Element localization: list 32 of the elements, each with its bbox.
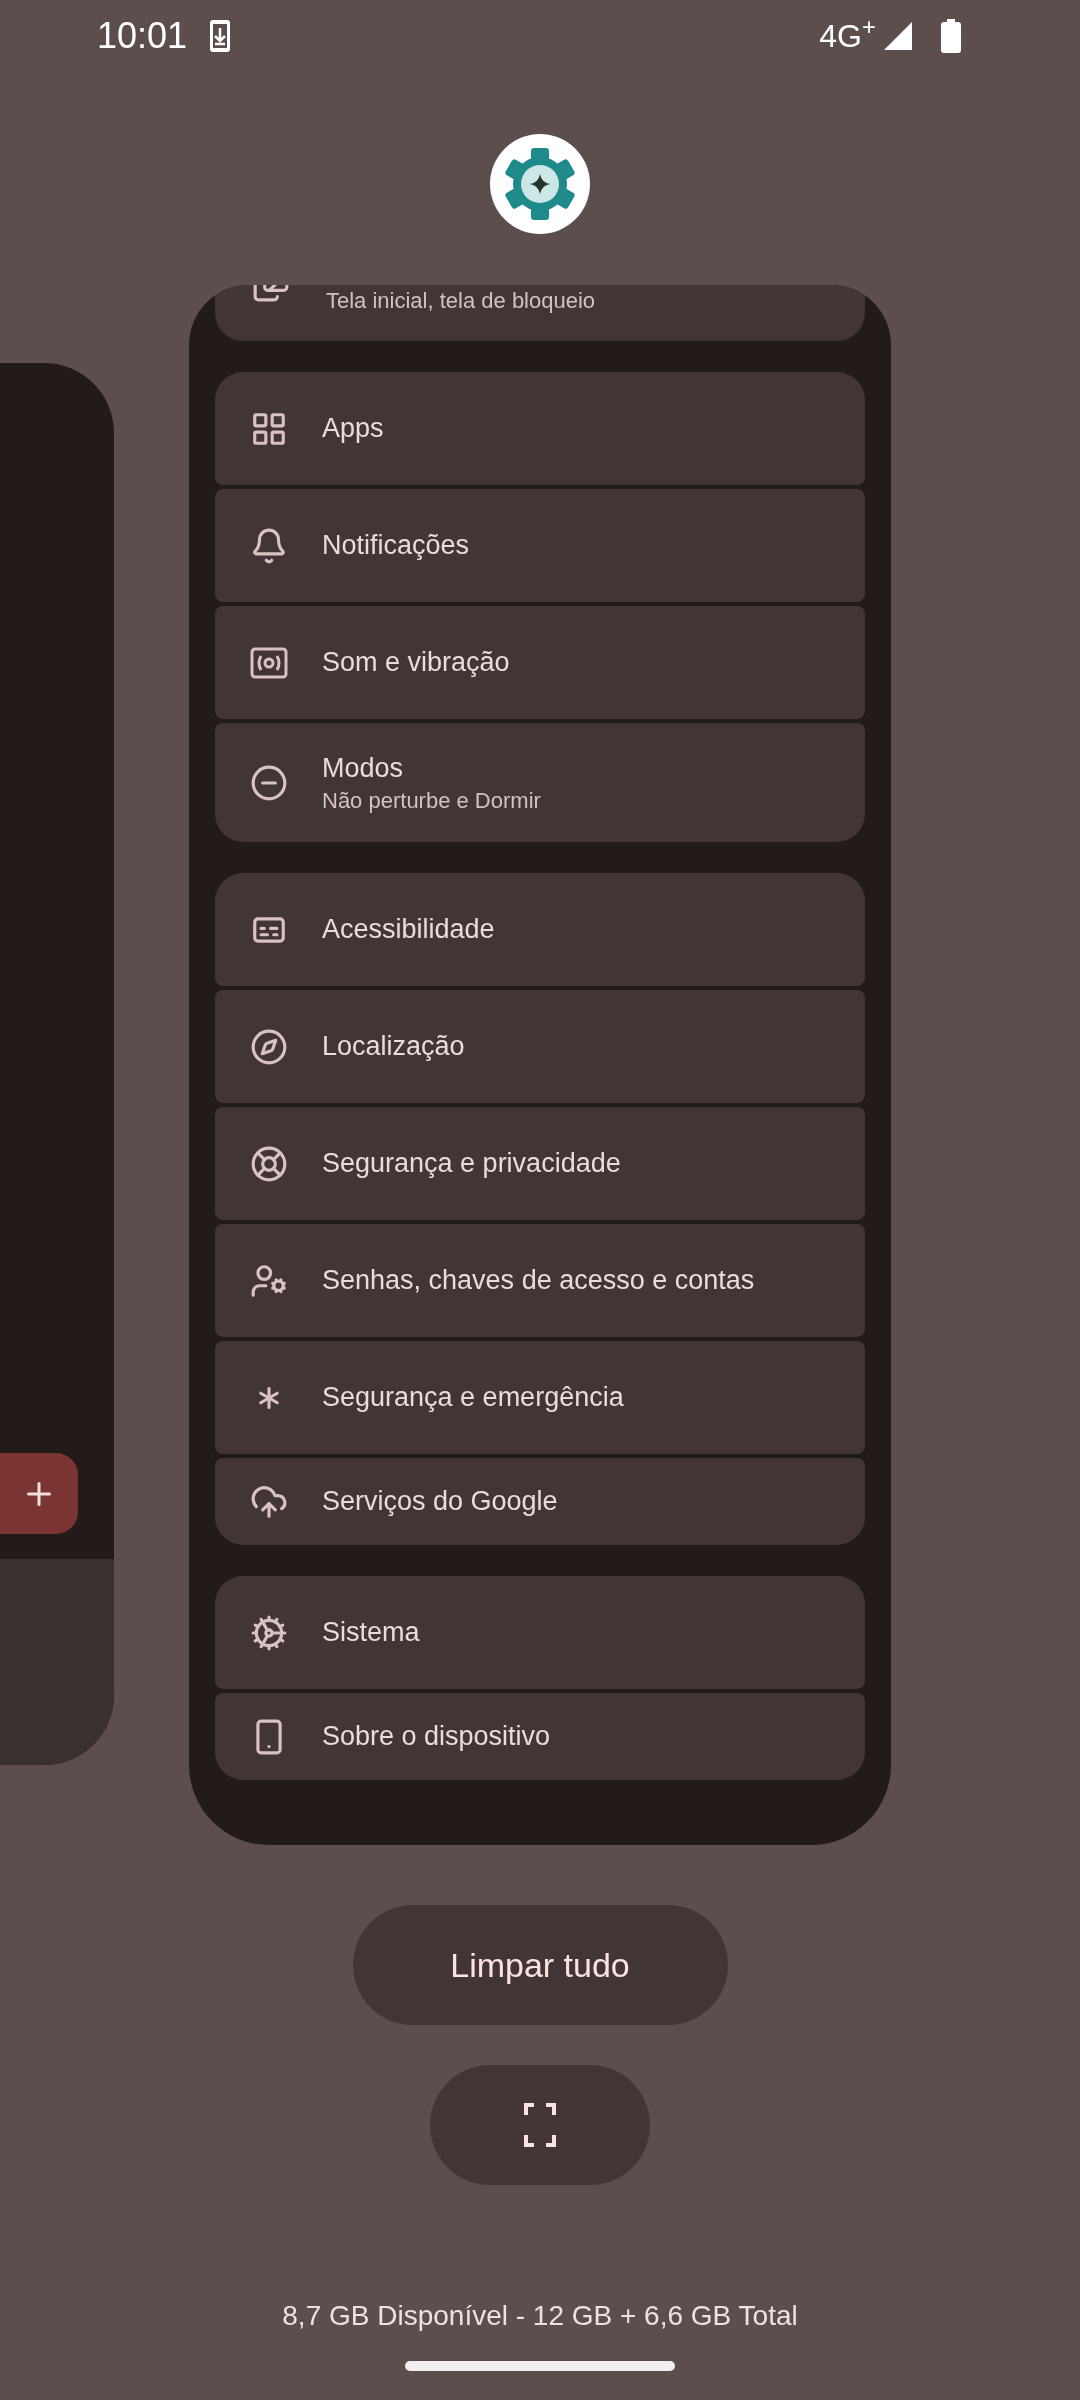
item-subtitle: Tela inicial, tela de bloqueio: [326, 287, 596, 315]
settings-item[interactable]: Som e vibração: [215, 606, 865, 719]
signal-icon: [882, 20, 914, 52]
minus-circle-icon: [250, 763, 288, 802]
settings-item[interactable]: Senhas, chaves de acesso e contas: [215, 1224, 865, 1337]
settings-item[interactable]: Localização: [215, 990, 865, 1103]
settings-app-icon[interactable]: [490, 134, 590, 234]
settings-item[interactable]: Segurança e emergência: [215, 1341, 865, 1454]
network-type: 4G$^{+}$: [819, 12, 876, 56]
item-subtitle: Não perturbe e Dormir: [322, 786, 541, 815]
screenshot-icon: [524, 2103, 556, 2147]
compass-icon: [250, 1027, 288, 1066]
settings-item[interactable]: Tela inicial, tela de bloqueio: [215, 285, 865, 341]
battery-icon: [940, 19, 962, 53]
download-icon: [209, 19, 232, 53]
speaker-icon: [250, 646, 288, 679]
item-title: Modos: [322, 751, 405, 785]
settings-item[interactable]: Modos Não perturbe e Dormir: [215, 723, 865, 842]
clear-all-button[interactable]: Limpar tudo: [352, 1905, 728, 2025]
lifebuoy-icon: [250, 1144, 288, 1183]
gear-icon: [250, 1613, 288, 1652]
settings-item[interactable]: Apps: [215, 372, 865, 485]
memory-info: 8,7 GB Disponível - 12 GB + 6,6 GB Total: [282, 2299, 798, 2333]
settings-item[interactable]: Acessibilidade: [215, 873, 865, 986]
settings-item[interactable]: Serviços do Google: [215, 1458, 865, 1545]
settings-item[interactable]: Notificações: [215, 489, 865, 602]
bell-icon: [250, 526, 288, 565]
settings-item[interactable]: Segurança e privacidade: [215, 1107, 865, 1220]
add-button[interactable]: [0, 1453, 78, 1534]
status-time: 10:01: [97, 14, 188, 58]
settings-item[interactable]: Sistema: [215, 1576, 865, 1689]
settings-item[interactable]: Sobre o dispositivo: [215, 1693, 865, 1780]
